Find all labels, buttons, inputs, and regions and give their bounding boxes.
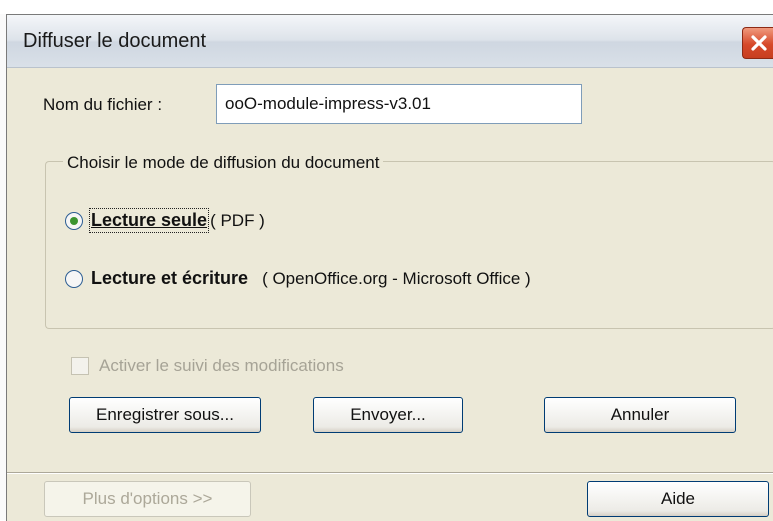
help-button[interactable]: Aide <box>587 481 769 517</box>
title-bar[interactable]: Diffuser le document <box>7 15 773 68</box>
track-changes-row[interactable]: Activer le suivi des modifications <box>71 356 344 376</box>
background-top <box>0 0 773 14</box>
filename-label: Nom du fichier : <box>43 95 163 114</box>
radio-read-write-detail: ( OpenOffice.org - Microsoft Office ) <box>262 268 531 288</box>
track-changes-checkbox[interactable] <box>71 357 89 375</box>
filename-input[interactable] <box>216 84 582 124</box>
radio-read-only-label[interactable]: Lecture seule <box>88 208 210 233</box>
close-icon <box>751 35 767 51</box>
send-button[interactable]: Envoyer... <box>313 397 463 433</box>
more-options-button[interactable]: Plus d'options >> <box>44 481 251 517</box>
radio-read-write[interactable]: Lecture et écriture ( OpenOffice.org - M… <box>65 268 531 289</box>
radio-selected-dot <box>70 216 78 225</box>
cancel-button[interactable]: Annuler <box>544 397 736 433</box>
radio-read-only-detail: ( PDF ) <box>210 210 265 230</box>
diffusion-mode-legend: Choisir le mode de diffusion du document <box>63 153 384 173</box>
radio-read-only-button[interactable] <box>65 211 83 230</box>
diffusion-mode-group <box>45 161 773 329</box>
radio-read-write-button[interactable] <box>65 269 83 288</box>
save-as-button[interactable]: Enregistrer sous... <box>69 397 261 433</box>
radio-read-only[interactable]: Lecture seule ( PDF ) <box>65 208 265 233</box>
dialog-window: Diffuser le document Nom du fichier : Ch… <box>6 14 773 521</box>
track-changes-label: Activer le suivi des modifications <box>99 356 344 375</box>
footer-separator <box>7 472 773 474</box>
dialog-title: Diffuser le document <box>23 30 207 52</box>
close-button[interactable] <box>742 27 773 59</box>
radio-read-write-label[interactable]: Lecture et écriture <box>91 268 248 289</box>
